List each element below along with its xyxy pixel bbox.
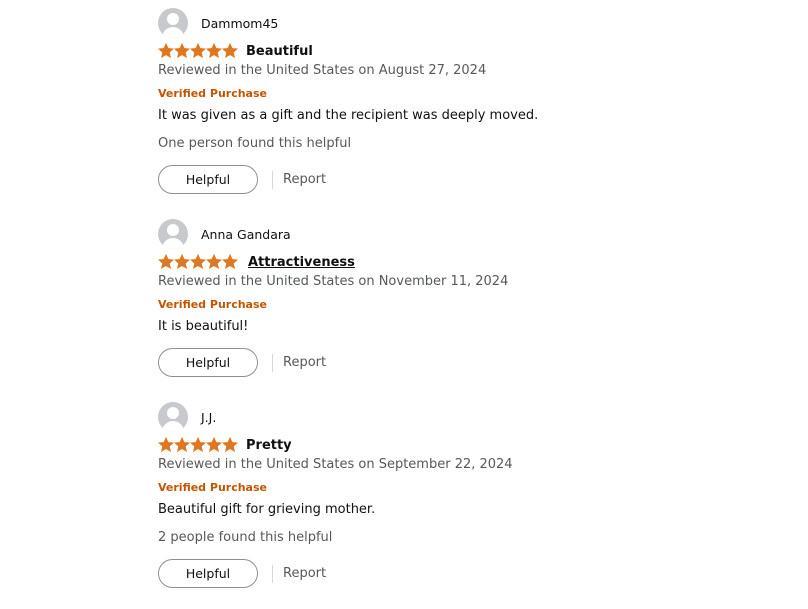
report-link[interactable]: Report	[283, 566, 326, 581]
review-date: Reviewed in the United States on Septemb…	[158, 457, 513, 472]
review-date: Reviewed in the United States on Novembe…	[158, 274, 509, 289]
review-body: Beautiful gift for grieving mother.	[158, 502, 376, 517]
reviewer-profile[interactable]: Anna Gandara	[158, 219, 291, 249]
reviewer-profile[interactable]: J.J.	[158, 402, 216, 432]
divider	[272, 564, 273, 583]
star-icon	[190, 254, 206, 269]
helpful-count: One person found this helpful	[158, 136, 352, 151]
helpful-count: 2 people found this helpful	[158, 530, 333, 545]
review-title: Pretty	[246, 437, 292, 453]
avatar	[158, 219, 188, 249]
reviewer-name[interactable]: Anna Gandara	[201, 227, 291, 242]
star-icon	[174, 43, 190, 58]
star-icon	[158, 437, 174, 452]
star-icon	[158, 43, 174, 58]
review-title: Beautiful	[246, 43, 313, 59]
star-icon	[222, 437, 238, 452]
star-rating[interactable]	[158, 254, 238, 270]
star-icon	[158, 254, 174, 269]
review-body: It was given as a gift and the recipient…	[158, 108, 539, 123]
reviewer-profile[interactable]: Dammom45	[158, 8, 278, 38]
helpful-button[interactable]: Helpful	[158, 165, 258, 194]
verified-purchase-badge[interactable]: Verified Purchase	[158, 298, 267, 311]
star-icon	[206, 437, 222, 452]
helpful-button[interactable]: Helpful	[158, 559, 258, 588]
star-rating[interactable]	[158, 43, 238, 59]
verified-purchase-badge[interactable]: Verified Purchase	[158, 87, 267, 100]
review-body: It is beautiful!	[158, 319, 249, 334]
divider	[272, 170, 273, 189]
divider	[272, 353, 273, 372]
star-icon	[206, 43, 222, 58]
review-title-link[interactable]: Attractiveness	[248, 255, 355, 270]
star-icon	[174, 437, 190, 452]
avatar	[158, 402, 188, 432]
star-rating[interactable]	[158, 437, 238, 453]
star-icon	[222, 254, 238, 269]
verified-purchase-badge[interactable]: Verified Purchase	[158, 481, 267, 494]
helpful-button[interactable]: Helpful	[158, 348, 258, 377]
star-icon	[222, 43, 238, 58]
review-date: Reviewed in the United States on August …	[158, 63, 487, 78]
reviewer-name[interactable]: Dammom45	[201, 16, 278, 31]
star-icon	[190, 43, 206, 58]
star-icon	[206, 254, 222, 269]
reviewer-name[interactable]: J.J.	[201, 410, 216, 425]
report-link[interactable]: Report	[283, 355, 326, 370]
star-icon	[190, 437, 206, 452]
avatar	[158, 8, 188, 38]
star-icon	[174, 254, 190, 269]
report-link[interactable]: Report	[283, 172, 326, 187]
